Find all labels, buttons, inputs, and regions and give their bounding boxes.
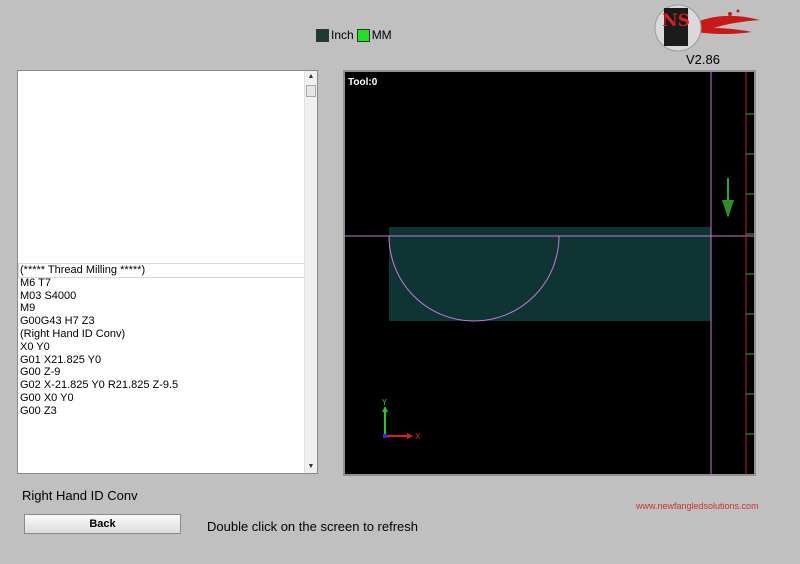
mm-toggle[interactable] [356, 28, 370, 42]
gcode-line[interactable]: (***** Thread Milling *****) [18, 263, 306, 278]
newfangled-logo: NS [652, 2, 762, 54]
tool-label: Tool:0 [348, 77, 378, 88]
gcode-line[interactable]: G00 Z3 [19, 405, 305, 418]
gcode-line[interactable]: (Right Hand ID Conv) [19, 328, 305, 341]
scroll-thumb[interactable] [306, 85, 316, 97]
gcode-line[interactable]: G02 X-21.825 Y0 R21.825 Z-9.5 [19, 379, 305, 392]
mm-label: MM [371, 28, 392, 42]
website-link[interactable]: www.newfangledsolutions.com [636, 501, 759, 511]
ruler-ticks [746, 113, 754, 435]
gcode-listbox[interactable]: (***** Thread Milling *****) M6 T7 M03 S40… [17, 70, 318, 474]
gcode-line[interactable]: G00G43 H7 Z3 [19, 315, 305, 328]
tool-down-arrow-icon [722, 178, 734, 218]
axis-y-label: Y [381, 398, 387, 407]
scroll-down-icon[interactable]: ▼ [305, 461, 317, 473]
gcode-line[interactable]: G00 Z-9 [19, 366, 305, 379]
gcode-line[interactable]: G01 X21.825 Y0 [19, 354, 305, 367]
vertical-scrollbar[interactable]: ▲ ▼ [304, 71, 317, 473]
axis-x-label: X [415, 432, 421, 441]
logo-letter-n: NS [662, 11, 690, 31]
back-button[interactable]: Back [24, 514, 181, 534]
gcode-line[interactable]: M9 [19, 302, 305, 315]
gcode-lines: (***** Thread Milling *****) M6 T7 M03 S40… [18, 263, 306, 418]
scroll-up-icon[interactable]: ▲ [305, 71, 317, 83]
gcode-line[interactable]: M03 S4000 [19, 290, 305, 303]
inch-label: Inch [331, 28, 354, 42]
version-label: V2.86 [686, 52, 720, 67]
refresh-hint: Double click on the screen to refresh [207, 519, 418, 534]
xyz-axis-triad-icon: Y X [381, 398, 421, 441]
program-name: Right Hand ID Conv [22, 488, 138, 503]
gcode-line[interactable]: M6 T7 [19, 277, 305, 290]
gcode-line[interactable]: G00 X0 Y0 [19, 392, 305, 405]
toolpath-viewport[interactable]: Y X Tool:0 [343, 70, 756, 476]
unit-selector: Inch MM [316, 28, 395, 42]
gcode-line[interactable]: X0 Y0 [19, 341, 305, 354]
inch-toggle[interactable] [316, 28, 329, 42]
